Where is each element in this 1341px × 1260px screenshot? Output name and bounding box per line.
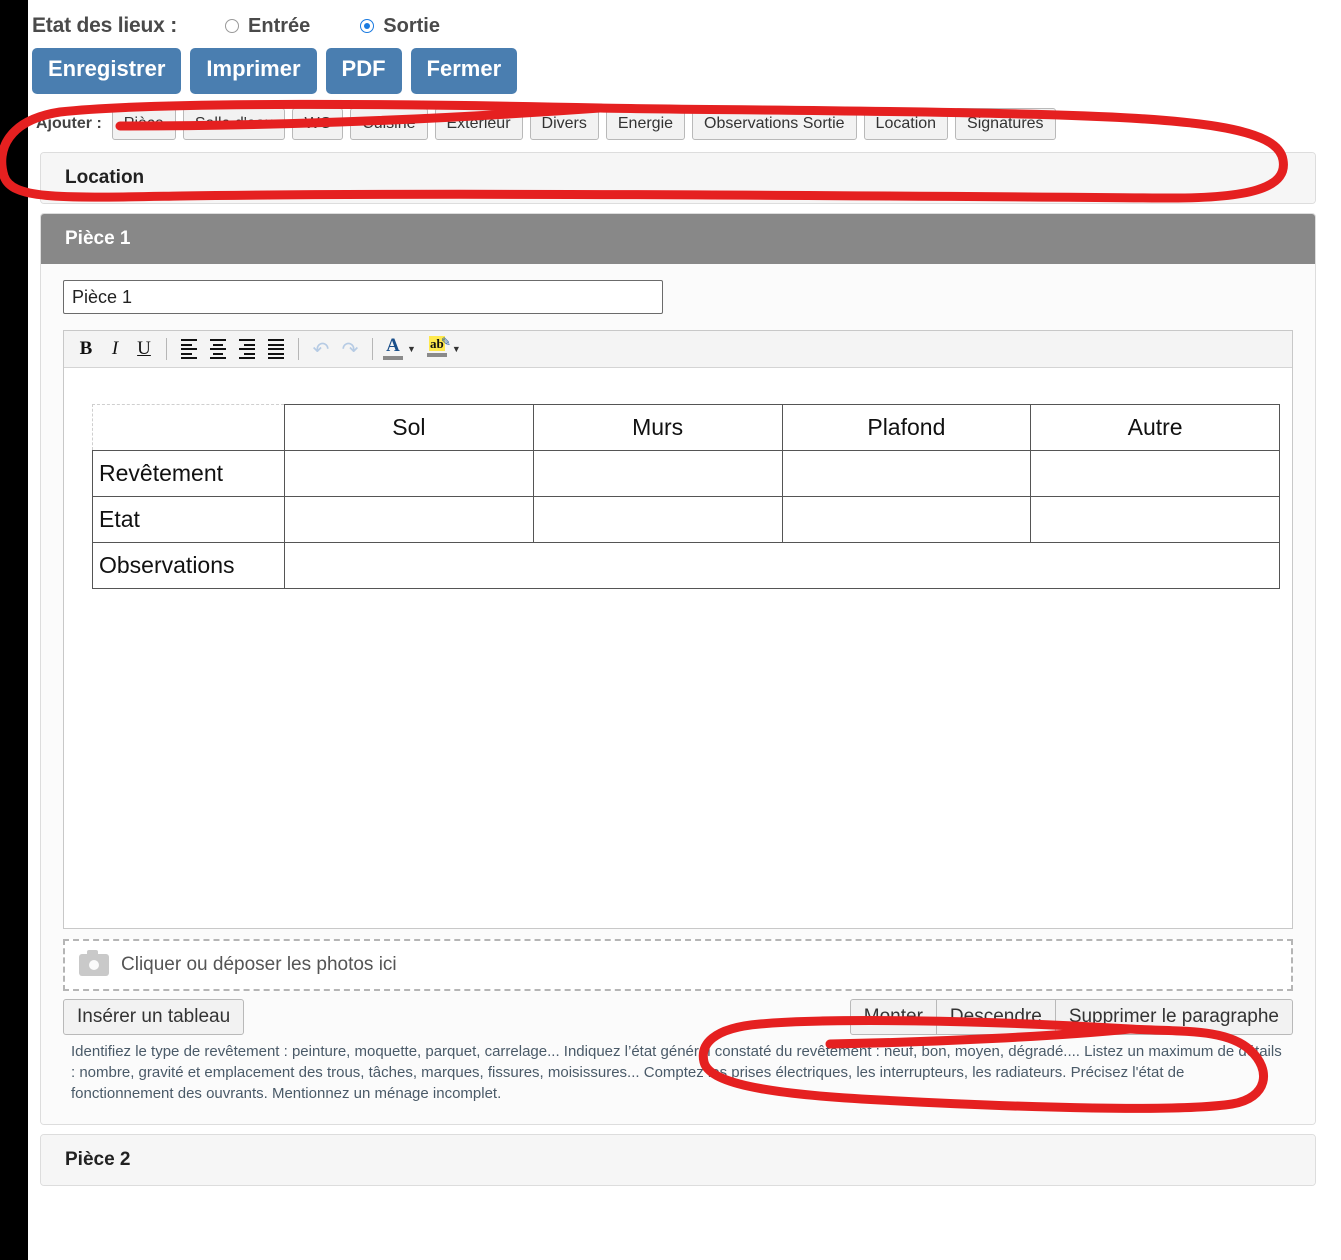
underline-icon[interactable]: U [130,335,158,363]
table-cell[interactable] [1030,450,1280,497]
font-color-swatch [383,356,403,360]
move-down-button[interactable]: Descendre [936,999,1056,1035]
move-up-button[interactable]: Monter [849,999,937,1035]
table-col-murs[interactable]: Murs [532,404,783,451]
table-row-header-observations[interactable]: Observations [92,542,285,589]
table-row: Observations [92,542,1280,589]
camera-icon [79,950,109,976]
add-signatures-button[interactable]: Signatures [955,108,1056,140]
rich-text-editor: B I U ↶ ↷ A ▼ ab ✎ ▼ Sol Murs Plafond Au… [63,330,1293,929]
toolbar-divider-3 [372,338,373,360]
add-divers-button[interactable]: Divers [529,108,599,140]
table-header-row: Sol Murs Plafond Autre [92,404,1280,451]
toolbar-divider-1 [166,338,167,360]
align-justify-icon[interactable] [262,335,290,363]
toolbar-divider-2 [298,338,299,360]
undo-icon[interactable]: ↶ [307,335,335,363]
table-cell[interactable] [781,450,1032,497]
radio-option-entree[interactable]: Entrée [225,15,310,38]
print-button[interactable]: Imprimer [190,48,317,94]
photo-dropzone[interactable]: Cliquer ou déposer les photos ici [63,939,1293,991]
section-piece-2-header[interactable]: Pièce 2 [41,1135,1315,1185]
add-section-bar: Ajouter : Pièce Salle d'eau WC Cuisine E… [28,94,1341,152]
table-col-autre[interactable]: Autre [1030,404,1280,451]
section-piece-1: Pièce 1 B I U [40,213,1316,1125]
radio-label-entree: Entrée [248,14,311,37]
font-color-icon[interactable]: A [381,336,405,362]
photo-dropzone-label: Cliquer ou déposer les photos ici [121,954,397,975]
align-center-icon[interactable] [204,335,232,363]
radio-label-sortie: Sortie [383,14,440,37]
pen-icon: ✎ [440,335,451,349]
etat-table[interactable]: Sol Murs Plafond Autre Revêtement Etat O… [92,404,1280,589]
table-row-header-revetement[interactable]: Revêtement [92,450,285,497]
insert-table-button[interactable]: Insérer un tableau [63,999,245,1035]
close-button[interactable]: Fermer [410,48,518,94]
radio-option-sortie[interactable]: Sortie [360,15,440,38]
table-cell[interactable] [1030,496,1280,543]
table-col-sol[interactable]: Sol [284,404,534,451]
page-content: Etat des lieux : Entrée Sortie Enregistr… [28,0,1341,1260]
table-cell[interactable] [781,496,1032,543]
editor-content-area[interactable]: Sol Murs Plafond Autre Revêtement Etat O… [64,368,1292,928]
header-row: Etat des lieux : Entrée Sortie [28,0,1341,42]
table-cell[interactable] [284,496,534,543]
italic-icon[interactable]: I [101,335,129,363]
delete-paragraph-button[interactable]: Supprimer le paragraphe [1055,999,1293,1035]
table-row-header-etat[interactable]: Etat [92,496,285,543]
add-location-button[interactable]: Location [863,108,949,140]
paragraph-action-row: Insérer un tableau Monter Descendre Supp… [63,999,1293,1035]
section-piece-1-body: B I U [41,264,1315,1124]
table-cell[interactable] [532,450,783,497]
add-wc-button[interactable]: WC [292,108,344,140]
table-cell[interactable] [532,496,783,543]
add-salle-deau-button[interactable]: Salle d'eau [182,108,286,140]
add-energie-button[interactable]: Energie [605,108,686,140]
highlight-color-icon[interactable]: ab ✎ [424,335,451,362]
editor-toolbar: B I U ↶ ↷ A ▼ ab ✎ ▼ [64,331,1292,368]
highlight-color-swatch [426,353,447,357]
add-cuisine-button[interactable]: Cuisine [350,108,428,140]
piece-name-input[interactable] [63,280,663,314]
left-gutter [0,0,28,1260]
radio-dot-entree[interactable] [225,19,240,33]
redo-icon[interactable]: ↷ [336,335,364,363]
table-row: Etat [92,496,1280,543]
add-label: Ajouter : [36,115,102,132]
table-col-plafond[interactable]: Plafond [781,404,1032,451]
save-button[interactable]: Enregistrer [32,48,182,94]
table-corner-cell[interactable] [92,404,285,451]
page-root: Etat des lieux : Entrée Sortie Enregistr… [0,0,1341,1260]
section-location[interactable]: Location [40,152,1316,204]
table-row: Revêtement [92,450,1280,497]
section-location-header[interactable]: Location [41,153,1315,203]
etat-type-radio-group: Entrée Sortie [225,15,490,38]
pdf-button[interactable]: PDF [325,48,402,94]
table-cell-observations[interactable] [284,542,1280,589]
bold-icon[interactable]: B [72,335,100,363]
piece-help-text: Identifiez le type de revêtement : peint… [71,1043,1282,1102]
highlight-color-chevron-down-icon[interactable]: ▼ [452,344,461,354]
section-piece-1-header[interactable]: Pièce 1 [41,214,1315,264]
page-title: Etat des lieux : [32,14,178,37]
radio-dot-sortie[interactable] [360,19,375,33]
font-color-chevron-down-icon[interactable]: ▼ [407,344,416,354]
align-right-icon[interactable] [233,335,261,363]
action-button-bar: Enregistrer Imprimer PDF Fermer [28,42,1341,94]
table-cell[interactable] [284,450,534,497]
paragraph-move-button-group: Monter Descendre Supprimer le paragraphe [849,999,1293,1035]
section-piece-2[interactable]: Pièce 2 [40,1134,1316,1186]
add-piece-button[interactable]: Pièce [111,108,176,140]
add-observations-sortie-button[interactable]: Observations Sortie [692,108,857,140]
align-left-icon[interactable] [175,335,203,363]
add-exterieur-button[interactable]: Extérieur [434,108,523,140]
